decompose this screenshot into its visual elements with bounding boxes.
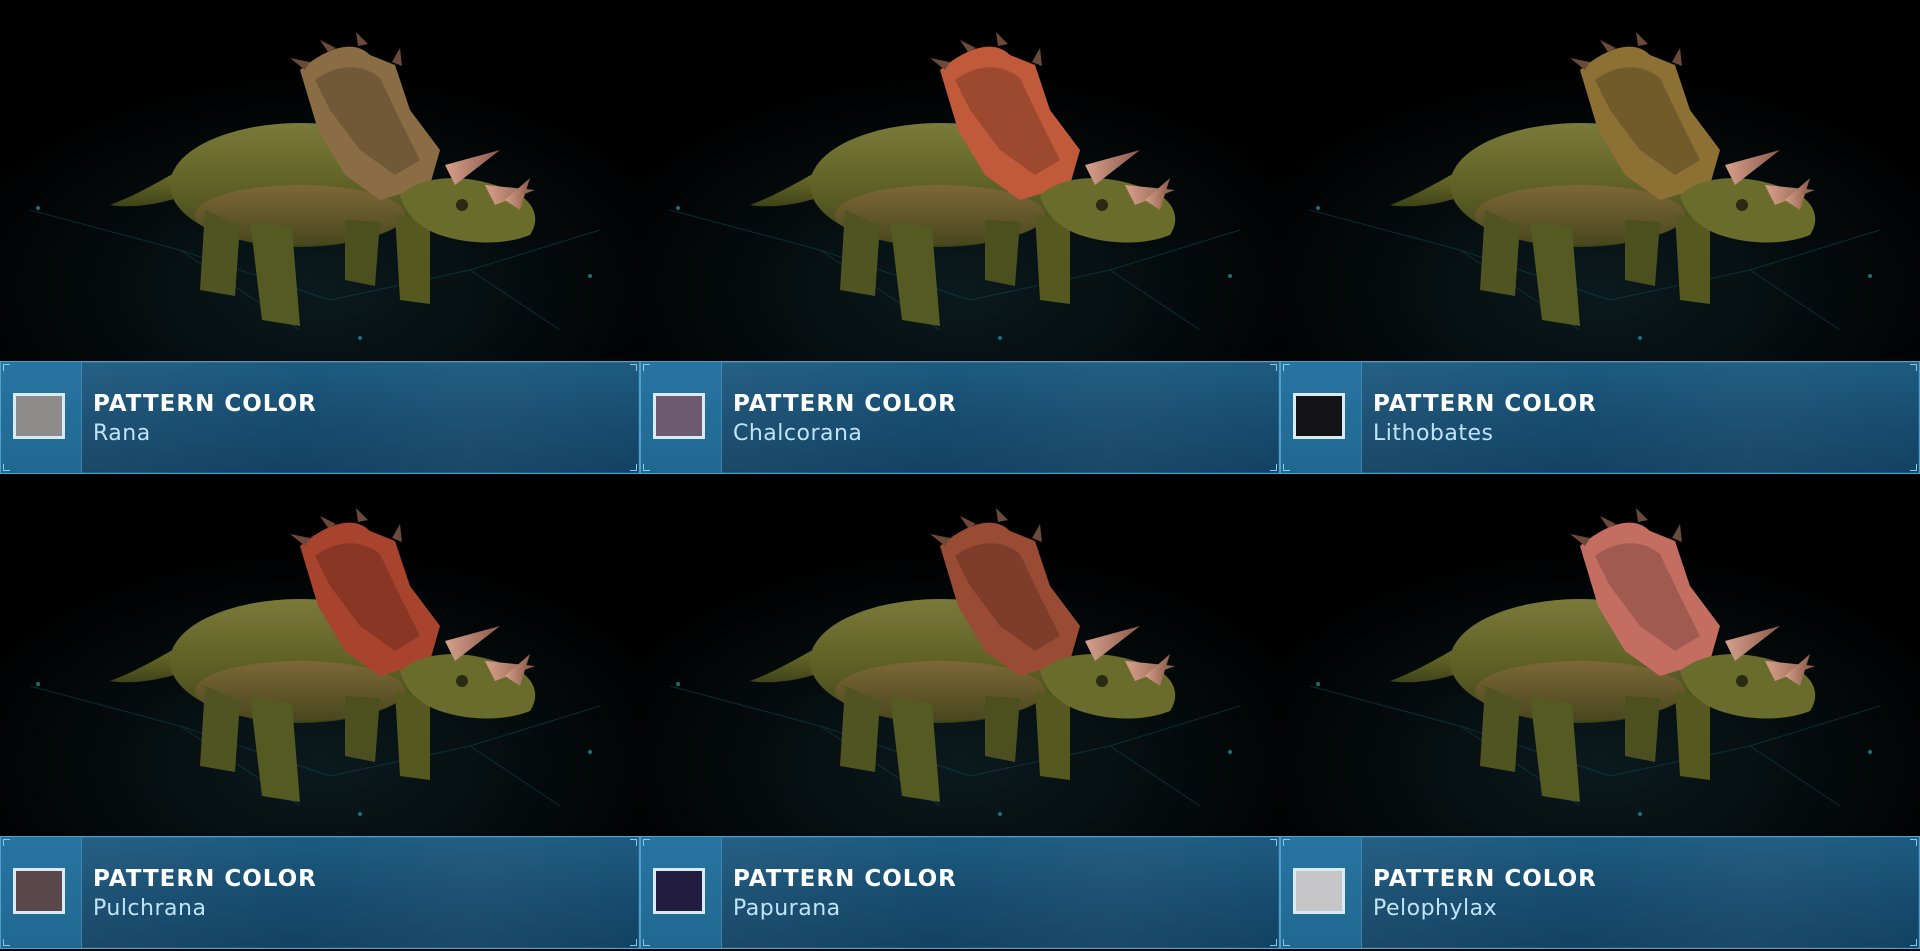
corner-bracket <box>3 364 10 371</box>
pattern-color-label: PATTERN COLOR <box>93 391 317 417</box>
corner-bracket <box>1270 364 1277 371</box>
pattern-color-panel[interactable]: PATTERN COLOR Chalcorana <box>640 361 1280 474</box>
dinosaur-render <box>640 0 1280 360</box>
variant-card-6[interactable]: PATTERN COLOR Pelophylax <box>1280 476 1920 951</box>
corner-bracket <box>3 839 10 846</box>
corner-bracket <box>643 839 650 846</box>
pattern-color-swatch <box>653 393 705 439</box>
corner-bracket <box>1270 464 1277 471</box>
pattern-color-name: Papurana <box>733 896 841 921</box>
pattern-color-name: Rana <box>93 421 151 446</box>
dinosaur-render <box>0 476 640 836</box>
corner-bracket <box>1283 464 1290 471</box>
pattern-color-name: Pulchrana <box>93 896 207 921</box>
variant-card-1[interactable]: PATTERN COLOR Rana <box>0 0 640 476</box>
corner-bracket <box>630 939 637 946</box>
pattern-color-swatch <box>13 868 65 914</box>
pattern-color-label: PATTERN COLOR <box>733 866 957 892</box>
corner-bracket <box>643 939 650 946</box>
dinosaur-render <box>640 476 1280 836</box>
variant-card-5[interactable]: PATTERN COLOR Papurana <box>640 476 1280 951</box>
pattern-color-swatch <box>653 868 705 914</box>
corner-bracket <box>1910 464 1917 471</box>
dinosaur-render <box>0 0 640 360</box>
pattern-color-label: PATTERN COLOR <box>93 866 317 892</box>
corner-bracket <box>630 839 637 846</box>
pattern-color-label: PATTERN COLOR <box>1373 866 1597 892</box>
pattern-color-panel[interactable]: PATTERN COLOR Lithobates <box>1280 361 1920 474</box>
pattern-color-name: Lithobates <box>1373 421 1494 446</box>
corner-bracket <box>630 364 637 371</box>
pattern-color-name: Chalcorana <box>733 421 863 446</box>
corner-bracket <box>643 364 650 371</box>
corner-bracket <box>3 464 10 471</box>
pattern-color-panel[interactable]: PATTERN COLOR Rana <box>0 361 640 474</box>
variant-card-3[interactable]: PATTERN COLOR Lithobates <box>1280 0 1920 476</box>
corner-bracket <box>1283 839 1290 846</box>
pattern-color-name: Pelophylax <box>1373 896 1498 921</box>
dinosaur-render <box>1280 0 1920 360</box>
corner-bracket <box>1270 839 1277 846</box>
corner-bracket <box>643 464 650 471</box>
pattern-color-swatch <box>1293 393 1345 439</box>
corner-bracket <box>1910 839 1917 846</box>
pattern-color-swatch <box>1293 868 1345 914</box>
dinosaur-render <box>1280 476 1920 836</box>
variant-card-4[interactable]: PATTERN COLOR Pulchrana <box>0 476 640 951</box>
pattern-color-panel[interactable]: PATTERN COLOR Pulchrana <box>0 836 640 949</box>
corner-bracket <box>1283 364 1290 371</box>
corner-bracket <box>1270 939 1277 946</box>
pattern-color-panel[interactable]: PATTERN COLOR Pelophylax <box>1280 836 1920 949</box>
pattern-color-label: PATTERN COLOR <box>733 391 957 417</box>
pattern-color-label: PATTERN COLOR <box>1373 391 1597 417</box>
corner-bracket <box>3 939 10 946</box>
pattern-color-panel[interactable]: PATTERN COLOR Papurana <box>640 836 1280 949</box>
corner-bracket <box>1910 364 1917 371</box>
corner-bracket <box>630 464 637 471</box>
corner-bracket <box>1283 939 1290 946</box>
variant-card-2[interactable]: PATTERN COLOR Chalcorana <box>640 0 1280 476</box>
corner-bracket <box>1910 939 1917 946</box>
pattern-color-swatch <box>13 393 65 439</box>
